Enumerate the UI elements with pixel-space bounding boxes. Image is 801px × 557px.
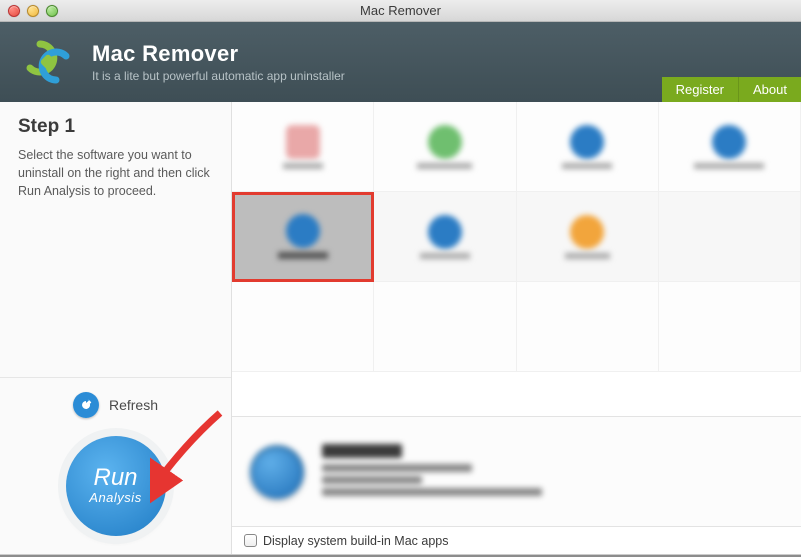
register-button[interactable]: Register — [662, 77, 738, 102]
traffic-lights — [8, 5, 58, 17]
app-header: Mac Remover It is a lite but powerful au… — [0, 22, 801, 102]
app-cell[interactable] — [517, 102, 659, 192]
run-label-bottom: Analysis — [89, 490, 141, 505]
display-system-apps-label: Display system build-in Mac apps — [263, 534, 449, 548]
app-detail-panel — [232, 416, 801, 526]
annotation-arrow-icon — [150, 408, 240, 528]
about-button[interactable]: About — [738, 77, 801, 102]
minimize-window-button[interactable] — [27, 5, 39, 17]
zoom-window-button[interactable] — [46, 5, 58, 17]
window-titlebar: Mac Remover — [0, 0, 801, 22]
app-subtitle: It is a lite but powerful automatic app … — [92, 69, 345, 83]
app-cell[interactable] — [374, 102, 516, 192]
app-cell[interactable] — [517, 192, 659, 282]
app-cell[interactable] — [659, 192, 801, 282]
step-panel: Step 1 Select the software you want to u… — [0, 102, 231, 200]
app-cell[interactable] — [232, 282, 374, 372]
sidebar-bottom: Refresh Run Analysis — [0, 377, 231, 554]
step-title: Step 1 — [18, 116, 213, 138]
step-description: Select the software you want to uninstal… — [18, 146, 213, 200]
app-logo-icon — [20, 34, 76, 90]
window-title: Mac Remover — [360, 3, 441, 18]
refresh-label: Refresh — [109, 397, 158, 413]
header-actions: Register About — [662, 77, 801, 102]
sidebar: Step 1 Select the software you want to u… — [0, 102, 232, 554]
app-cell[interactable] — [232, 102, 374, 192]
app-title: Mac Remover — [92, 41, 345, 67]
app-cell[interactable] — [374, 192, 516, 282]
main-panel: Display system build-in Mac apps — [232, 102, 801, 554]
detail-app-icon — [250, 445, 304, 499]
detail-app-text — [322, 444, 783, 500]
close-window-button[interactable] — [8, 5, 20, 17]
header-text: Mac Remover It is a lite but powerful au… — [92, 41, 345, 83]
app-cell[interactable] — [659, 102, 801, 192]
refresh-icon — [73, 392, 99, 418]
footer-row: Display system build-in Mac apps — [232, 526, 801, 554]
app-cell[interactable] — [659, 282, 801, 372]
refresh-button[interactable]: Refresh — [73, 392, 158, 418]
app-grid[interactable] — [232, 102, 801, 416]
app-cell[interactable] — [374, 282, 516, 372]
display-system-apps-checkbox[interactable] — [244, 534, 257, 547]
app-cell-selected[interactable] — [232, 192, 374, 282]
run-label-top: Run — [93, 467, 137, 490]
run-analysis-button[interactable]: Run Analysis — [66, 436, 166, 536]
app-cell[interactable] — [517, 282, 659, 372]
